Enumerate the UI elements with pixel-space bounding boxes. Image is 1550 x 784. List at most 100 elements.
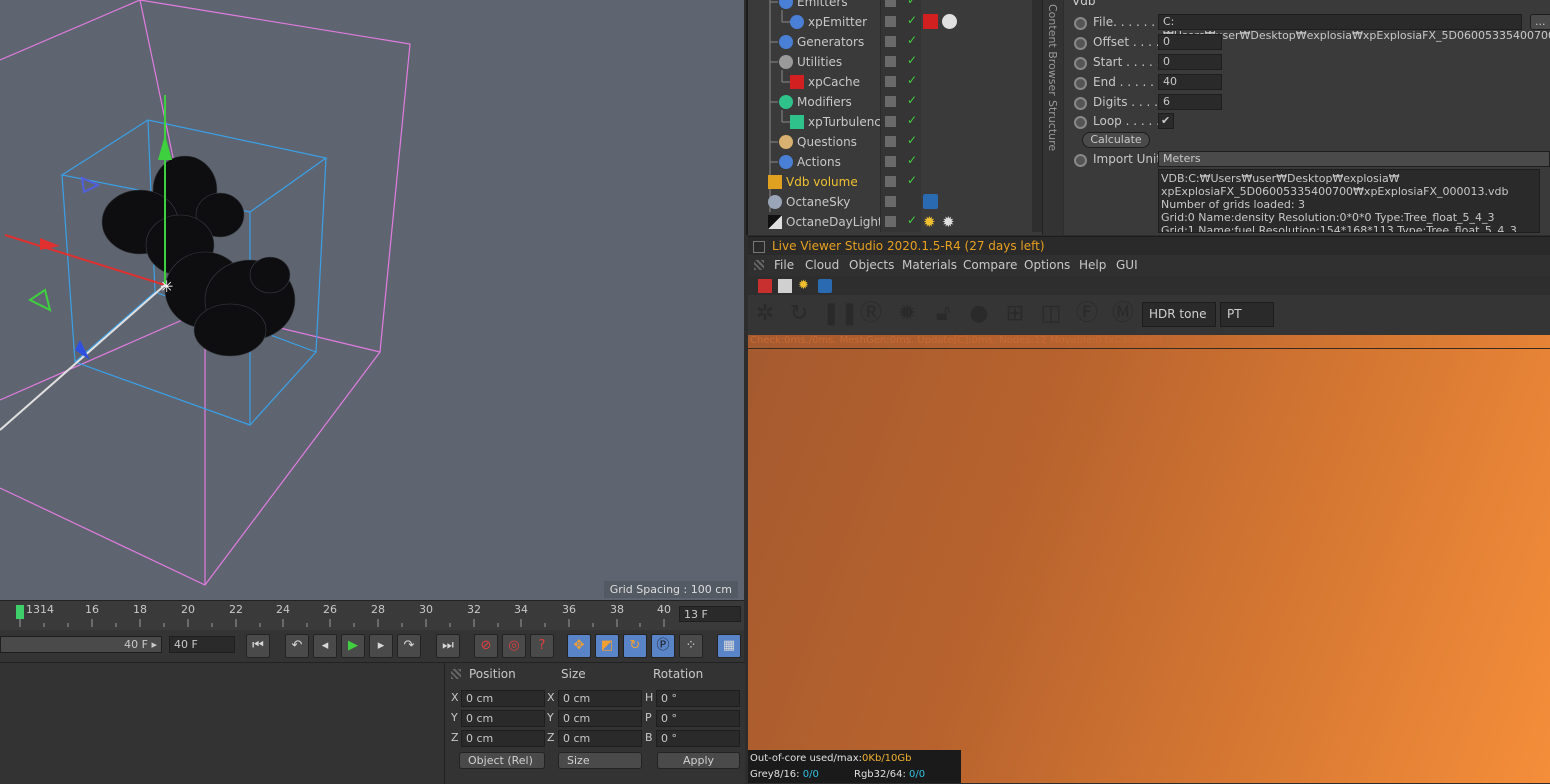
coordinate-mode-dropdown[interactable]: Object (Rel) [459, 752, 545, 769]
menu-options[interactable]: Options [1024, 258, 1070, 272]
play-button[interactable]: ▶ [341, 634, 365, 658]
enabled-check-icon[interactable]: ✓ [907, 93, 917, 107]
enabled-check-icon[interactable]: ✓ [907, 173, 917, 187]
menu-help[interactable]: Help [1079, 258, 1106, 272]
menu-objects[interactable]: Objects [849, 258, 894, 272]
sun-icon[interactable]: ✹ [798, 278, 809, 293]
calculate-button[interactable]: Calculate [1082, 132, 1150, 148]
zoom-reset-icon[interactable]: ◫ [1038, 301, 1064, 327]
zoom-in-icon[interactable]: ⊞ [1002, 301, 1028, 327]
menu-gui[interactable]: GUI [1116, 258, 1138, 272]
go-to-end-button[interactable]: ⏭ [436, 634, 460, 658]
rotation-b-field[interactable]: 0 ° [656, 730, 740, 747]
layer-state-icon[interactable] [885, 96, 896, 107]
size-y-field[interactable]: 0 cm [558, 710, 642, 727]
enabled-check-icon[interactable]: ✓ [907, 153, 917, 167]
timeline-scheme-button[interactable]: ▦ [717, 634, 741, 658]
material-pick-icon[interactable]: Ⓜ [1110, 301, 1136, 327]
enabled-check-icon[interactable]: ✓ [907, 113, 917, 127]
sun-tag-icon[interactable]: ✹ [923, 213, 936, 231]
offset-radio-icon[interactable] [1074, 37, 1087, 50]
enabled-check-icon[interactable]: ✓ [907, 73, 917, 87]
file-path-field[interactable]: C:₩Users₩user₩Desktop₩explosia₩xpExplosi… [1158, 14, 1550, 42]
lock-icon[interactable]: 🔓︎ [930, 301, 956, 327]
record-position-button[interactable]: ✥ [567, 634, 591, 658]
next-key-button[interactable]: ↷ [397, 634, 421, 658]
emitter-tag-icon[interactable] [942, 14, 957, 29]
layer-state-icon[interactable] [885, 36, 896, 47]
size-mode-dropdown[interactable]: Size [558, 752, 642, 769]
record-pla-button[interactable]: ⁘ [679, 634, 703, 658]
record-parameter-button[interactable]: Ⓟ [651, 634, 675, 658]
keyframe-selection-button[interactable]: ? [530, 634, 554, 658]
menu-compare[interactable]: Compare [963, 258, 1017, 272]
record-rotation-button[interactable]: ↻ [623, 634, 647, 658]
next-frame-button[interactable]: ▸ [369, 634, 393, 658]
layer-state-icon[interactable] [885, 0, 896, 7]
apply-button[interactable]: Apply [657, 752, 740, 769]
digits-radio-icon[interactable] [1074, 97, 1087, 110]
record-button[interactable]: ⊘ [474, 634, 498, 658]
current-frame-field[interactable]: 13 F [679, 606, 741, 622]
timeline-ruler[interactable]: 1314 16 18 20 22 24 26 28 30 32 34 36 38… [0, 600, 744, 631]
object-manager-scrollbar[interactable] [1032, 0, 1042, 232]
position-x-field[interactable]: 0 cm [461, 690, 545, 707]
pause-icon[interactable]: ❚❚ [822, 301, 859, 327]
object-row-questions[interactable]: Questions ✓ [748, 132, 1028, 152]
environment-tag-icon[interactable] [923, 194, 938, 209]
layer-state-icon[interactable] [885, 216, 896, 227]
record-scale-button[interactable]: ◩ [595, 634, 619, 658]
import-unit-radio-icon[interactable] [1074, 154, 1087, 167]
start-radio-icon[interactable] [1074, 57, 1087, 70]
3d-viewport[interactable]: ✳ Grid Spacing : 100 cm [0, 0, 744, 600]
cache-tag-icon[interactable] [923, 14, 938, 29]
file-radio-icon[interactable] [1074, 17, 1087, 30]
preview-range-slider[interactable]: 40 F ▸ [0, 636, 162, 653]
layer-state-icon[interactable] [885, 136, 896, 147]
object-row-vdb-volume[interactable]: Vdb volume ✓ [748, 172, 1028, 192]
enabled-check-icon[interactable]: ✓ [907, 0, 917, 7]
panel-checkbox-icon[interactable] [753, 241, 765, 253]
object-row-actions[interactable]: Actions ✓ [748, 152, 1028, 172]
layer-state-icon[interactable] [885, 176, 896, 187]
object-row-xpemitter[interactable]: xpEmitter ✓ [748, 12, 1028, 32]
enabled-check-icon[interactable]: ✓ [907, 53, 917, 67]
layer-state-icon[interactable] [885, 16, 896, 27]
menu-materials[interactable]: Materials [902, 258, 957, 272]
go-to-start-button[interactable]: ⏮ [246, 634, 270, 658]
enabled-check-icon[interactable]: ✓ [907, 33, 917, 47]
browse-button[interactable]: ... [1530, 14, 1550, 30]
layer-state-icon[interactable] [885, 56, 896, 67]
render-view[interactable]: Check:0ms./0ms. MeshGen:0ms. Update[C]:0… [748, 335, 1550, 783]
size-x-field[interactable]: 0 cm [558, 690, 642, 707]
film-icon[interactable] [778, 279, 792, 293]
end-radio-icon[interactable] [1074, 77, 1087, 90]
settings-gear-icon[interactable]: ✹ [894, 301, 920, 327]
menu-cloud[interactable]: Cloud [805, 258, 839, 272]
autokey-button[interactable]: ◎ [502, 634, 526, 658]
rotation-p-field[interactable]: 0 ° [656, 710, 740, 727]
layer-state-icon[interactable] [885, 196, 896, 207]
import-unit-dropdown[interactable]: Meters [1158, 151, 1550, 167]
camera-icon[interactable] [758, 279, 772, 293]
tab-structure[interactable]: Structure [1046, 100, 1059, 151]
previous-frame-button[interactable]: ◂ [313, 634, 337, 658]
focus-pick-icon[interactable]: Ⓕ [1074, 301, 1100, 327]
digits-field[interactable]: 6 [1158, 94, 1222, 110]
object-row-generators[interactable]: Generators ✓ [748, 32, 1028, 52]
object-row-modifiers[interactable]: Modifiers ✓ [748, 92, 1028, 112]
loop-radio-icon[interactable] [1074, 116, 1087, 129]
size-z-field[interactable]: 0 cm [558, 730, 642, 747]
material-manager-area[interactable] [0, 662, 444, 784]
enabled-check-icon[interactable]: ✓ [907, 213, 917, 227]
layer-state-icon[interactable] [885, 76, 896, 87]
object-row-octanedaylight[interactable]: OctaneDayLight ✓ ✹ ✹ [748, 212, 1028, 232]
current-frame-marker[interactable] [16, 605, 24, 619]
object-row-octanesky[interactable]: OctaneSky [748, 192, 1028, 212]
kernel-dropdown[interactable]: PT [1220, 302, 1274, 327]
enabled-check-icon[interactable]: ✓ [907, 13, 917, 27]
material-ball-icon[interactable]: ● [966, 301, 992, 327]
end-field[interactable]: 40 [1158, 74, 1222, 90]
object-row-emitters[interactable]: Emitters ✓ [748, 0, 1028, 12]
position-y-field[interactable]: 0 cm [461, 710, 545, 727]
